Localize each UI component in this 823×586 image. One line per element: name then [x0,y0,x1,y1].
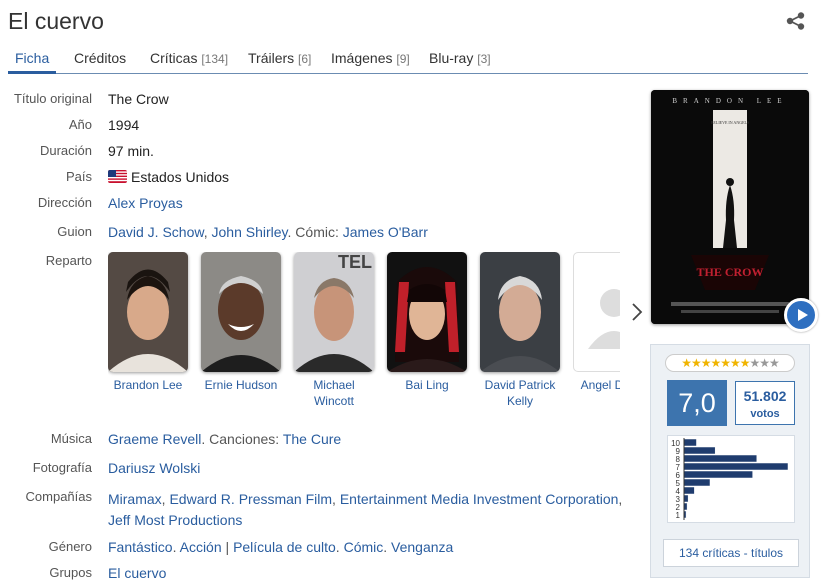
original-title-value: The Crow [108,91,169,107]
companies-value: Miramax, Edward R. Pressman Film, Entert… [108,491,623,528]
photography-label: Fotografía [32,460,92,475]
director-link[interactable]: Alex Proyas [108,195,183,211]
cast-card[interactable]: David Patrick Kelly [480,252,560,409]
direction-value: Alex Proyas [108,195,183,211]
topic-link[interactable]: Venganza [391,539,453,555]
duration-value: 97 min. [108,143,154,159]
cast-card[interactable]: Bai Ling [387,252,467,393]
country-label: País [65,169,92,184]
writer-link[interactable]: John Shirley [212,224,288,240]
actor-name[interactable]: Ernie Hudson [201,377,281,393]
photography-value: Dariusz Wolski [108,460,200,476]
rating-histogram: 10 9 8 7 6 5 4 3 2 1 [667,435,795,523]
composer-link[interactable]: Graeme Revell [108,431,201,447]
poster-tagline: BELIEVE IN ANGELS [711,120,749,125]
histogram-bar [683,462,789,471]
poster-top-text: BRANDON LEE [672,97,787,105]
photographer-link[interactable]: Dariusz Wolski [108,460,200,476]
actor-photo[interactable]: TEL [294,252,374,372]
cast-label: Reparto [45,253,92,268]
histogram-label: 1 [676,511,681,520]
music-label: Música [50,431,92,446]
year-value: 1994 [108,117,140,133]
page-title: El cuervo [8,8,104,34]
script-value: David J. Schow, John Shirley. Cómic: Jam… [108,224,428,240]
play-trailer-button[interactable] [784,298,818,332]
songs-link[interactable]: The Cure [283,431,341,447]
country-name: Estados Unidos [131,169,230,185]
tab-creditos[interactable]: Créditos [74,50,126,66]
actor-name[interactable]: Brandon Lee [108,377,188,393]
tab-criticas[interactable]: Críticas [134] [150,50,228,66]
companies-label: Compañías [25,489,92,504]
tab-imagenes[interactable]: Imágenes [9] [331,50,410,66]
cast-carousel: Brandon Lee Ernie Hudson TEL Michael Win… [108,252,620,412]
actor-name[interactable]: Michael Wincott [294,377,374,409]
groups-value: El cuervo [108,565,166,581]
actor-name[interactable]: Angel David [573,377,620,393]
movie-poster[interactable]: BRANDON LEE BELIEVE IN ANGELS THE CROW [651,90,809,324]
genre-link[interactable]: Acción [180,539,222,555]
actor-photo-placeholder[interactable] [573,252,620,372]
cast-card[interactable]: Ernie Hudson [201,252,281,393]
music-value: Graeme Revell. Canciones: The Cure [108,431,342,447]
cast-card[interactable]: TEL Michael Wincott [294,252,374,409]
star-rating: ★★★★★★★★★★ [665,354,795,372]
writer-link[interactable]: David J. Schow [108,224,204,240]
average-rating: 7,0 [667,380,727,426]
play-icon [798,309,808,321]
company-link[interactable]: Entertainment Media Investment Corporati… [340,491,619,507]
rating-panel: ★★★★★★★★★★ 7,0 51.802 votos 10 9 8 7 6 5 4 3 2 1 … [650,344,810,578]
company-link[interactable]: Edward R. Pressman Film [169,491,332,507]
duration-label: Duración [39,143,92,158]
histogram-bar [683,478,711,487]
share-icon[interactable] [786,12,806,30]
histogram-bar [683,454,758,463]
histogram-bar [683,486,695,495]
critics-link[interactable]: 134 críticas - títulos [663,539,799,567]
histogram-bar [683,494,689,503]
histogram-bar [683,438,697,447]
chevron-right-icon[interactable] [630,302,644,322]
histogram-bar [683,470,753,479]
actor-name[interactable]: David Patrick Kelly [480,377,560,409]
svg-text:TEL: TEL [338,252,372,272]
tab-trailers[interactable]: Tráilers [6] [248,50,311,66]
genre-label: Género [48,539,92,554]
topic-link[interactable]: Película de culto [233,539,336,555]
histogram-bar [683,446,716,455]
actor-photo[interactable] [387,252,467,372]
original-title-label: Título original [13,91,92,106]
actor-name[interactable]: Bai Ling [387,377,467,393]
cast-card[interactable]: Angel David [573,252,620,393]
comic-label: Cómic: [295,224,339,240]
direction-label: Dirección [37,195,92,210]
us-flag-icon [108,170,127,183]
company-link[interactable]: Jeff Most Productions [108,512,242,528]
genre-link[interactable]: Fantástico [108,539,173,555]
topic-link[interactable]: Cómic [344,539,384,555]
comic-author-link[interactable]: James O'Barr [343,224,428,240]
company-link[interactable]: Miramax [108,491,162,507]
script-label: Guion [57,224,92,239]
groups-label: Grupos [49,565,92,580]
tab-ficha[interactable]: Ficha [8,50,57,74]
year-label: Año [68,117,92,132]
vote-count[interactable]: 51.802 votos [735,381,795,425]
cast-card[interactable]: Brandon Lee [108,252,188,393]
songs-label: Canciones: [209,431,280,447]
genre-value: Fantástico. Acción | Película de culto. … [108,539,454,555]
actor-photo[interactable] [480,252,560,372]
actor-photo[interactable] [108,252,188,372]
tab-bar: Ficha Créditos Críticas [134] Tráilers [… [8,46,808,74]
group-link[interactable]: El cuervo [108,565,166,581]
actor-photo[interactable] [201,252,281,372]
country-value: Estados Unidos [108,169,229,185]
tab-bluray[interactable]: Blu-ray [3] [429,50,491,66]
poster-logo: THE CROW [696,265,763,279]
